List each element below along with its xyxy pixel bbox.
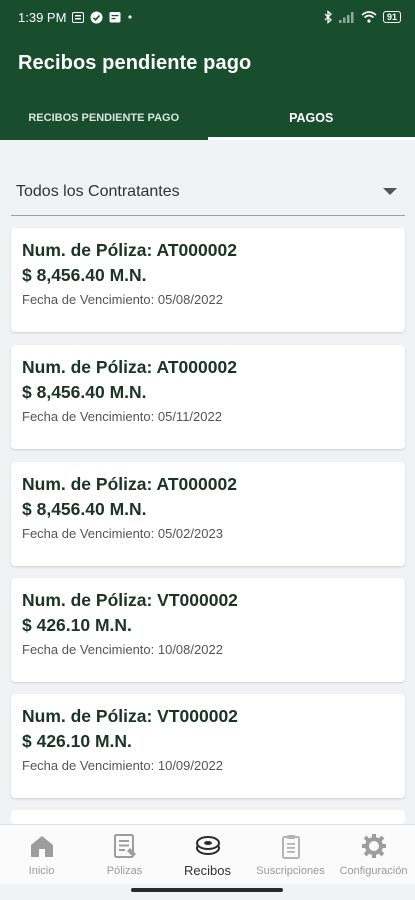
gear-icon [361,834,386,858]
notification-icon [72,11,85,23]
nav-configuracion[interactable]: Configuración [332,825,415,884]
dot-icon [127,14,133,20]
nav-label: Configuración [339,865,408,877]
nav-suscripciones[interactable]: Suscripciones [249,825,332,884]
home-icon [30,836,53,857]
receipt-amount: $ 8,456.40 M.N. [22,382,147,402]
nav-label: Recibos [184,863,231,878]
policy-number: Num. de Póliza: VT000002 [22,706,238,726]
contratante-dropdown[interactable]: Todos los Contratantes [11,168,405,216]
status-bar: 1:39 PM 91 [0,0,415,34]
dropdown-arrow-icon [383,188,397,195]
nav-recibos[interactable]: Recibos [166,825,249,884]
wifi-icon [361,11,377,23]
receipt-card[interactable]: Num. de Póliza: VT000002 $ 426.10 M.N. F… [11,578,405,682]
policies-icon [113,834,136,858]
nav-inicio[interactable]: Inicio [0,825,83,884]
receipt-amount: $ 426.10 M.N. [22,615,132,635]
receipts-icon [195,836,220,855]
due-date: Fecha de Vencimiento: 05/08/2022 [22,292,223,307]
due-date: Fecha de Vencimiento: 10/08/2022 [22,642,223,657]
nav-label: Suscripciones [256,865,325,877]
check-badge-icon [90,11,103,24]
receipt-card[interactable]: Num. de Póliza: AT000002 $ 8,456.40 M.N.… [11,462,405,566]
receipt-card[interactable]: Num. de Póliza: AT000002 $ 8,456.40 M.N.… [11,228,405,332]
gesture-home-bar[interactable] [131,888,283,892]
status-time: 1:39 PM [18,9,67,25]
tab-pagos[interactable]: PAGOS [207,96,415,140]
receipt-card[interactable]: Num. de Póliza: AT000002 $ 8,456.40 M.N.… [11,345,405,449]
nav-label: Inicio [28,865,55,877]
tab-bar: RECIBOS PENDIENTE PAGO PAGOS [0,96,415,140]
policy-number: Num. de Póliza: VT000002 [22,590,238,610]
app-bar: Recibos pendiente pago RECIBOS PENDIENTE… [0,34,415,140]
due-date: Fecha de Vencimiento: 05/02/2023 [22,526,223,541]
policy-number: Num. de Póliza: AT000002 [22,357,237,377]
receipt-amount: $ 8,456.40 M.N. [22,265,147,285]
receipt-card-partial[interactable] [11,810,405,824]
policy-number: Num. de Póliza: AT000002 [22,474,237,494]
due-date: Fecha de Vencimiento: 05/11/2022 [22,409,222,424]
bottom-navigation: Inicio Pólizas Recibos Suscripciones Con… [0,824,415,884]
subscriptions-icon [281,835,300,859]
nav-label: Pólizas [106,865,143,877]
battery-indicator: 91 [382,11,401,23]
receipt-card[interactable]: Num. de Póliza: VT000002 $ 426.10 M.N. F… [11,694,405,798]
bluetooth-icon [323,10,333,24]
nav-polizas[interactable]: Pólizas [83,825,166,884]
due-date: Fecha de Vencimiento: 10/09/2022 [22,758,223,773]
page-title: Recibos pendiente pago [18,52,252,74]
calendar-icon [109,11,121,23]
signal-icon [338,11,355,23]
tab-recibos-pendiente-pago[interactable]: RECIBOS PENDIENTE PAGO [0,96,208,140]
dropdown-selected-value: Todos los Contratantes [16,182,180,200]
policy-number: Num. de Póliza: AT000002 [22,240,237,260]
receipt-amount: $ 426.10 M.N. [22,731,132,751]
receipt-amount: $ 8,456.40 M.N. [22,499,147,519]
